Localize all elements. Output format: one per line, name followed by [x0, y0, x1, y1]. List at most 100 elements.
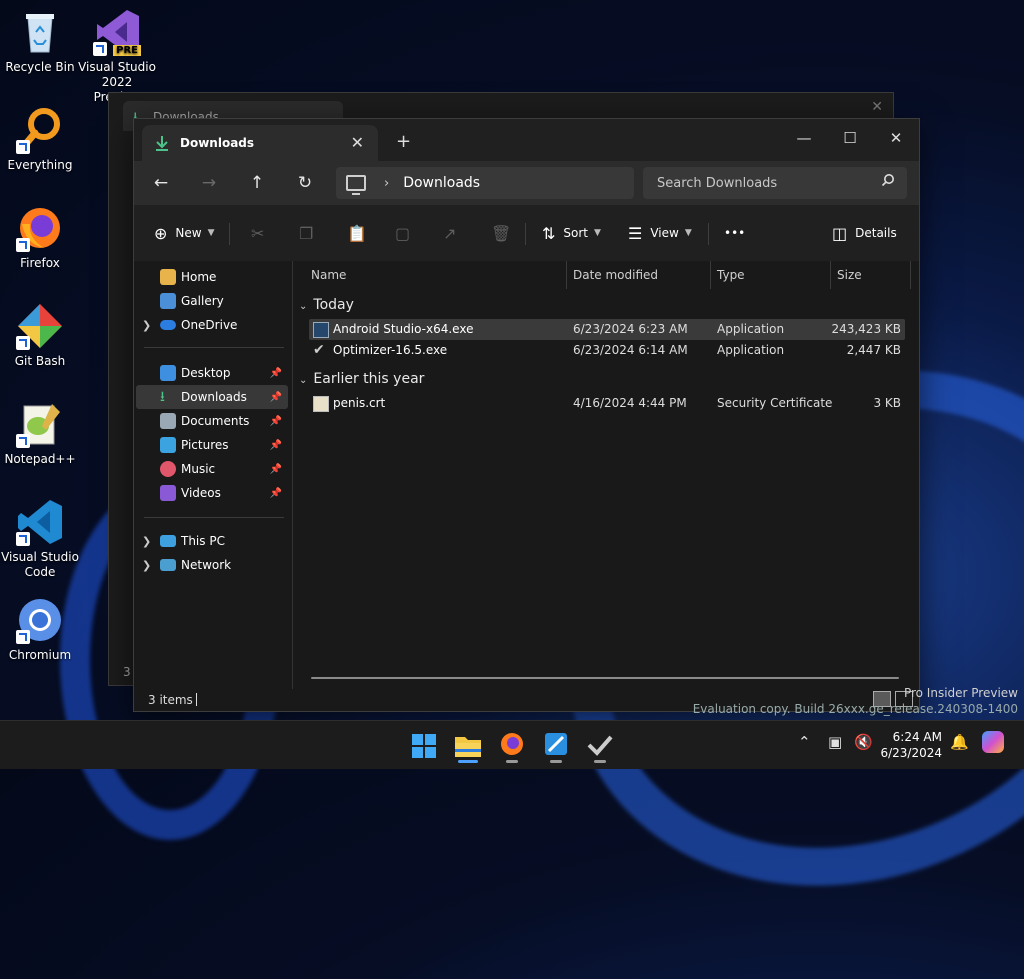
volume-muted-icon[interactable]: 🔇	[854, 733, 873, 751]
back-button[interactable]: ←	[146, 170, 176, 196]
search-input[interactable]: Search Downloads	[657, 176, 777, 191]
title-bar[interactable]: Downloads ✕ + — ☐ ✕	[134, 119, 919, 161]
column-header-type[interactable]: Type	[711, 261, 831, 289]
copy-button[interactable]: ❐	[299, 220, 321, 246]
address-bar[interactable]: › Downloads	[336, 167, 634, 199]
sidebar-item-network[interactable]: ❯ Network	[136, 553, 288, 577]
pin-icon[interactable]: 📌	[270, 416, 282, 427]
background-close-icon[interactable]: ✕	[871, 99, 883, 115]
group-header-earlier-this-year[interactable]: ⌄ Earlier this year	[299, 371, 424, 387]
pre-badge: PRE	[113, 45, 141, 56]
trash-icon: 🗑	[491, 223, 512, 243]
scissors-icon: ✂	[251, 223, 265, 243]
view-button[interactable]: ☰ View ▼	[628, 220, 692, 246]
file-list: Name Date modified Type Size ⌄ Today Andr…	[293, 261, 919, 689]
desktop-icon-visual-studio-preview[interactable]: PRE Visual Studio 2022 Preview	[77, 8, 157, 105]
tab-close-icon[interactable]: ✕	[351, 133, 364, 152]
sidebar-item-music[interactable]: Music 📌	[136, 457, 288, 481]
taskbar: ⌃ ▣ 🔇 6:24 AM 6/23/2024 🔔	[0, 720, 1024, 769]
pin-icon[interactable]: 📌	[270, 440, 282, 451]
file-explorer-window[interactable]: Downloads ✕ + — ☐ ✕ ← → ↑ ↻ › Downloads …	[133, 118, 920, 712]
network-icon	[160, 559, 176, 571]
minimize-button[interactable]: —	[781, 123, 827, 153]
start-button[interactable]	[404, 729, 444, 763]
pin-icon[interactable]: 📌	[270, 464, 282, 475]
new-button[interactable]: ⊕ New ▼	[154, 220, 215, 246]
shortcut-arrow-icon	[16, 140, 30, 154]
sidebar-item-desktop[interactable]: Desktop 📌	[136, 361, 288, 385]
forward-button[interactable]: →	[194, 170, 224, 196]
rename-button[interactable]: ▢	[395, 220, 418, 246]
sidebar-item-gallery[interactable]: Gallery	[136, 289, 288, 313]
more-options-button[interactable]: •••	[724, 220, 745, 246]
maximize-button[interactable]: ☐	[827, 123, 873, 153]
chevron-right-icon[interactable]: ›	[384, 176, 389, 191]
watermark-line2: Evaluation copy. Build 26xxx.ge_release.…	[692, 702, 1018, 716]
taskbar-file-explorer[interactable]	[448, 729, 488, 763]
desktop-icon-chromium[interactable]: Chromium	[0, 596, 80, 663]
chromium-icon	[16, 596, 64, 644]
sidebar-item-label: This PC	[181, 534, 225, 548]
chevron-right-icon[interactable]: ❯	[142, 535, 151, 548]
taskbar-firefox[interactable]	[492, 729, 532, 763]
paste-button[interactable]: 📋	[347, 220, 375, 246]
sidebar-item-home[interactable]: Home	[136, 265, 288, 289]
toolbar-divider	[525, 223, 526, 245]
search-box[interactable]: Search Downloads	[643, 167, 907, 199]
pin-icon[interactable]: 📌	[270, 368, 282, 379]
column-header-size[interactable]: Size	[831, 261, 911, 289]
file-date: 6/23/2024 6:23 AM	[573, 322, 688, 336]
sidebar-item-pictures[interactable]: Pictures 📌	[136, 433, 288, 457]
copy-icon: ❐	[299, 223, 314, 243]
running-indicator	[458, 760, 478, 763]
group-header-today[interactable]: ⌄ Today	[299, 297, 354, 313]
desktop-icon-label: Notepad++	[4, 452, 76, 466]
sidebar-item-downloads[interactable]: ⭳ Downloads 📌	[136, 385, 288, 409]
share-button[interactable]: ↗	[443, 220, 464, 246]
file-name: Android Studio-x64.exe	[333, 322, 474, 336]
tab-downloads[interactable]: Downloads ✕	[142, 125, 378, 161]
pin-icon[interactable]: 📌	[270, 392, 282, 403]
search-icon	[881, 173, 895, 191]
chevron-right-icon[interactable]: ❯	[142, 559, 151, 572]
file-row[interactable]: ✔ Optimizer-16.5.exe 6/23/2024 6:14 AM A…	[309, 340, 905, 361]
shortcut-arrow-icon	[16, 532, 30, 546]
file-name: Optimizer-16.5.exe	[333, 343, 448, 357]
delete-button[interactable]: 🗑	[491, 220, 519, 246]
notifications-bell-icon[interactable]: 🔔	[950, 733, 969, 751]
details-pane-button[interactable]: ◫ Details	[832, 220, 897, 246]
taskbar-paint[interactable]	[536, 729, 576, 763]
view-list-icon: ☰	[628, 223, 643, 243]
desktop-icon-vscode[interactable]: Visual Studio Code	[0, 498, 80, 580]
network-status-icon[interactable]: ▣	[828, 733, 842, 751]
clock[interactable]: 6:24 AM 6/23/2024	[880, 729, 942, 761]
breadcrumb-downloads[interactable]: Downloads	[403, 175, 480, 191]
close-window-button[interactable]: ✕	[873, 123, 919, 153]
file-row[interactable]: penis.crt 4/16/2024 4:44 PM Security Cer…	[309, 393, 905, 414]
visual-studio-icon: PRE	[93, 8, 141, 56]
copilot-icon[interactable]	[982, 731, 1004, 753]
up-button[interactable]: ↑	[242, 170, 272, 196]
pin-icon[interactable]: 📌	[270, 488, 282, 499]
shortcut-arrow-icon	[16, 238, 30, 252]
desktop-icon-everything[interactable]: Everything	[0, 106, 80, 173]
chevron-right-icon[interactable]: ❯	[142, 319, 151, 332]
sidebar-item-videos[interactable]: Videos 📌	[136, 481, 288, 505]
sidebar-item-documents[interactable]: Documents 📌	[136, 409, 288, 433]
show-hidden-icons-chevron-up-icon[interactable]: ⌃	[798, 733, 811, 751]
desktop-icon-recycle-bin[interactable]: Recycle Bin	[0, 8, 80, 75]
desktop-icon-notepadpp[interactable]: Notepad++	[0, 400, 80, 467]
desktop-icon-git-bash[interactable]: Git Bash	[0, 302, 80, 369]
horizontal-scrollbar[interactable]	[311, 677, 899, 679]
taskbar-optimizer[interactable]	[580, 729, 620, 763]
sidebar-item-onedrive[interactable]: ❯ OneDrive	[136, 313, 288, 337]
column-header-date[interactable]: Date modified	[567, 261, 711, 289]
desktop-icon-firefox[interactable]: Firefox	[0, 204, 80, 271]
sort-button[interactable]: ⇅ Sort ▼	[542, 220, 601, 246]
sidebar-item-this-pc[interactable]: ❯ This PC	[136, 529, 288, 553]
refresh-button[interactable]: ↻	[290, 170, 320, 196]
column-header-name[interactable]: Name	[293, 261, 567, 289]
file-row[interactable]: Android Studio-x64.exe 6/23/2024 6:23 AM…	[309, 319, 905, 340]
cut-button[interactable]: ✂	[251, 220, 272, 246]
new-tab-button[interactable]: +	[396, 131, 411, 152]
